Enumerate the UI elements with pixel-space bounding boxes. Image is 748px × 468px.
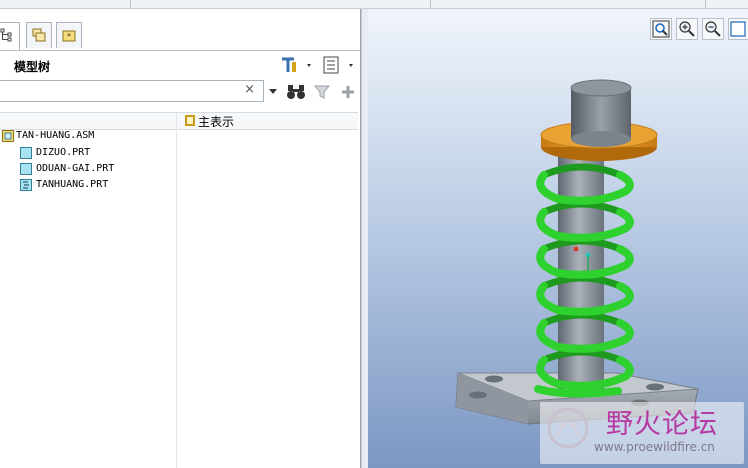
- assembly-icon: [2, 130, 14, 142]
- part-icon: [20, 147, 32, 159]
- tree-search-field[interactable]: ×: [0, 80, 264, 102]
- filter-icon[interactable]: [314, 84, 330, 100]
- zoom-in-icon: [679, 21, 695, 37]
- forum-logo-icon: [547, 407, 589, 449]
- tree-item-label: ODUAN-GAI.PRT: [36, 163, 115, 174]
- search-dropdown-icon[interactable]: [268, 87, 278, 95]
- tree-show-button[interactable]: [322, 55, 358, 75]
- view-box-icon: [730, 21, 746, 37]
- ribbon-separator: [130, 0, 131, 8]
- ribbon-separator: [705, 0, 706, 8]
- part-icon: [20, 163, 32, 175]
- clear-search-icon[interactable]: ×: [244, 82, 255, 97]
- ribbon-separator: [430, 0, 431, 8]
- display-state-icon: [185, 115, 195, 126]
- folder-browser-tab[interactable]: [26, 22, 52, 48]
- display-column-label[interactable]: 主表示: [198, 113, 234, 130]
- tree-settings-icon: [282, 57, 311, 72]
- watermark-title: 野火论坛: [606, 409, 718, 440]
- column-divider[interactable]: [176, 112, 177, 468]
- model-tree-header: 模型树: [0, 52, 360, 78]
- navigator-tabs: *: [0, 10, 360, 51]
- panel-splitter[interactable]: [361, 9, 368, 468]
- ribbon-bottom-strip: [0, 0, 748, 9]
- model-tree-tab[interactable]: [0, 22, 20, 50]
- favorites-folder-icon: *: [62, 30, 76, 42]
- graphics-viewport[interactable]: [368, 9, 748, 468]
- binoculars-icon[interactable]: [286, 83, 306, 101]
- view-box-button[interactable]: [728, 18, 748, 40]
- add-column-icon[interactable]: [341, 85, 355, 99]
- tree-item-label: TAN-HUANG.ASM: [16, 130, 95, 141]
- favorites-tab[interactable]: *: [56, 22, 82, 48]
- refit-zoom-button[interactable]: [650, 18, 672, 40]
- shaft-top: [570, 79, 632, 147]
- show-list-icon: [323, 56, 353, 74]
- tree-item-label: TANHUANG.PRT: [36, 179, 109, 190]
- zoom-out-icon: [705, 21, 721, 37]
- tree-search-input[interactable]: [1, 83, 235, 101]
- spring-part-icon: [20, 179, 32, 191]
- svg-text:*: *: [67, 32, 71, 41]
- folder-browser-icon: [32, 28, 46, 42]
- watermark-url: www.proewildfire.cn: [594, 440, 715, 454]
- refit-icon: [652, 20, 670, 38]
- tree-column-header: 主表示: [0, 112, 358, 130]
- model-tree-title: 模型树: [14, 60, 51, 74]
- tree-settings-button[interactable]: [280, 55, 314, 75]
- zoom-out-button[interactable]: [702, 18, 724, 40]
- zoom-in-button[interactable]: [676, 18, 698, 40]
- model-tree-icon: [0, 28, 12, 42]
- model-3d-view: [455, 79, 699, 425]
- tree-item-label: DIZUO.PRT: [36, 147, 91, 158]
